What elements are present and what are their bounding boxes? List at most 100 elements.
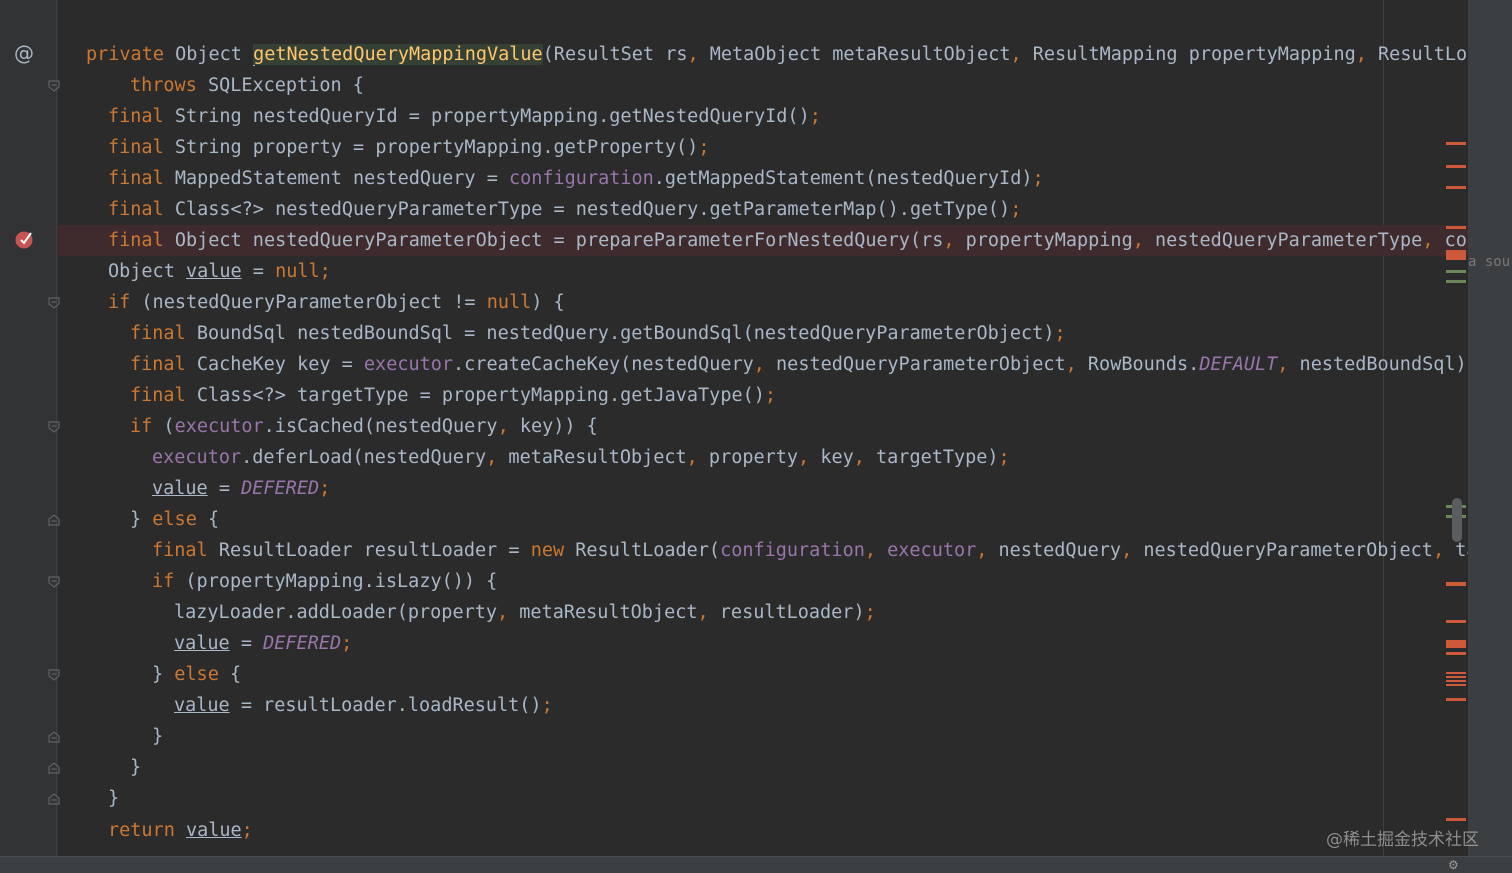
- fold-end-marker-icon[interactable]: [48, 793, 60, 805]
- code-line[interactable]: }: [108, 783, 119, 814]
- keyword: throws: [130, 75, 197, 96]
- punctuation: ,: [1422, 230, 1434, 251]
- keyword: final: [108, 168, 164, 189]
- error-stripe-marker[interactable]: [1446, 672, 1466, 688]
- fold-end-marker-icon[interactable]: [48, 514, 60, 526]
- error-stripe-marker[interactable]: [1446, 818, 1466, 821]
- keyword: else: [174, 664, 219, 685]
- error-stripe-marker[interactable]: [1446, 226, 1466, 229]
- punctuation: ,: [1121, 540, 1133, 561]
- keyword: if: [108, 292, 131, 313]
- punctuation: ;: [1032, 168, 1044, 189]
- code-line[interactable]: final MappedStatement nestedQuery = conf…: [108, 163, 1044, 194]
- change-stripe-marker[interactable]: [1446, 280, 1466, 283]
- code-text: =: [207, 478, 242, 499]
- scroll-thumb[interactable]: [1452, 498, 1462, 542]
- breakpoint-icon[interactable]: [14, 229, 34, 249]
- code-line[interactable]: throws SQLException {: [130, 70, 364, 101]
- code-editor[interactable]: @ private Object getNestedQueryMappingVa…: [0, 0, 1468, 856]
- variable-value: value: [185, 820, 242, 841]
- code-line[interactable]: }: [152, 721, 163, 752]
- code-line[interactable]: lazyLoader.addLoader(property, metaResul…: [174, 597, 876, 628]
- override-at-icon[interactable]: @: [13, 41, 35, 65]
- error-stripe-marker[interactable]: [1446, 698, 1466, 701]
- code-text: property: [697, 447, 799, 468]
- code-line[interactable]: Object value = null;: [108, 256, 331, 287]
- keyword: final: [130, 323, 186, 344]
- code-text: = resultLoader.loadResult(): [229, 695, 542, 716]
- code-line[interactable]: executor.deferLoad(nestedQuery, metaResu…: [152, 442, 1010, 473]
- code-text: ) {: [531, 292, 565, 313]
- code-text: Object: [163, 44, 254, 65]
- code-text: ResultLoader resultLoader =: [207, 540, 531, 561]
- code-line[interactable]: if (propertyMapping.isLazy()) {: [152, 566, 497, 597]
- code-line[interactable]: } else {: [130, 504, 219, 535]
- code-text: tar: [1455, 540, 1468, 561]
- code-line[interactable]: final CacheKey key = executor.createCach…: [130, 349, 1468, 380]
- fold-marker-icon[interactable]: [48, 576, 60, 588]
- code-text: Class<?> nestedQueryParameterType = nest…: [163, 199, 1011, 220]
- error-stripe-marker[interactable]: [1446, 582, 1466, 586]
- fold-marker-icon[interactable]: [48, 80, 60, 92]
- code-line[interactable]: value = DEFERED;: [152, 473, 330, 504]
- error-stripe-marker[interactable]: [1446, 186, 1466, 189]
- fold-marker-icon[interactable]: [48, 297, 60, 309]
- error-stripe-marker[interactable]: [1446, 652, 1466, 655]
- code-text: lazyLoader.addLoader(property: [174, 602, 498, 623]
- punctuation: ;: [698, 137, 710, 158]
- constant-reference: DEFERED: [241, 478, 320, 499]
- punctuation: ;: [341, 633, 353, 654]
- punctuation: ;: [541, 695, 553, 716]
- constant-reference: DEFAULT: [1199, 354, 1278, 375]
- punctuation: ;: [1010, 199, 1022, 220]
- settings-icon[interactable]: ⚙: [1448, 859, 1459, 871]
- keyword: else: [152, 509, 197, 530]
- code-line[interactable]: final String nestedQueryId = propertyMap…: [108, 101, 821, 132]
- code-text: (propertyMapping.isLazy()) {: [174, 571, 498, 592]
- code-line[interactable]: value = resultLoader.loadResult();: [174, 690, 553, 721]
- error-stripe-marker[interactable]: [1446, 250, 1466, 260]
- field-reference: executor: [363, 354, 454, 375]
- code-line[interactable]: return value;: [108, 815, 253, 846]
- code-line[interactable]: final String property = propertyMapping.…: [108, 132, 709, 163]
- code-line[interactable]: final Class<?> targetType = propertyMapp…: [130, 380, 776, 411]
- right-margin-guide: [1383, 0, 1384, 856]
- field-reference: executor: [174, 416, 264, 437]
- code-text: BoundSql nestedBoundSql = nestedQuery.ge…: [185, 323, 1055, 344]
- code-line[interactable]: private Object getNestedQueryMappingValu…: [86, 39, 1468, 70]
- keyword: final: [130, 354, 186, 375]
- fold-marker-icon[interactable]: [48, 669, 60, 681]
- keyword: final: [108, 106, 164, 127]
- change-stripe-marker[interactable]: [1446, 270, 1466, 273]
- code-text: key)) {: [508, 416, 598, 437]
- code-line[interactable]: }: [130, 752, 141, 783]
- keyword: new: [530, 540, 565, 561]
- fold-end-marker-icon[interactable]: [48, 762, 60, 774]
- code-text: ResultMapping propertyMapping: [1021, 44, 1356, 65]
- code-text: resultLoader): [708, 602, 865, 623]
- code-text: targetType): [864, 447, 999, 468]
- code-line[interactable]: final Class<?> nestedQueryParameterType …: [108, 194, 1021, 225]
- punctuation: ,: [1065, 354, 1077, 375]
- punctuation: ,: [1010, 44, 1022, 65]
- punctuation: ;: [864, 602, 876, 623]
- code-line[interactable]: final ResultLoader resultLoader = new Re…: [152, 535, 1468, 566]
- punctuation: ,: [687, 44, 699, 65]
- code-line[interactable]: if (executor.isCached(nestedQuery, key))…: [130, 411, 598, 442]
- code-line-breakpoint[interactable]: final Object nestedQueryParameterObject …: [108, 225, 1468, 256]
- error-stripe-marker[interactable]: [1446, 620, 1466, 623]
- fold-end-marker-icon[interactable]: [48, 731, 60, 743]
- punctuation: ,: [1132, 230, 1144, 251]
- code-line[interactable]: value = DEFERED;: [174, 628, 352, 659]
- keyword: final: [108, 230, 164, 251]
- code-line[interactable]: } else {: [152, 659, 241, 690]
- punctuation: ;: [319, 478, 331, 499]
- code-line[interactable]: final BoundSql nestedBoundSql = nestedQu…: [130, 318, 1066, 349]
- code-line[interactable]: if (nestedQueryParameterObject != null) …: [108, 287, 565, 318]
- fold-marker-icon[interactable]: [48, 421, 60, 433]
- overflow-text: a sou: [1468, 254, 1511, 270]
- error-stripe-marker[interactable]: [1446, 142, 1466, 145]
- error-stripe-marker[interactable]: [1446, 640, 1466, 648]
- error-stripe-marker[interactable]: [1446, 165, 1466, 168]
